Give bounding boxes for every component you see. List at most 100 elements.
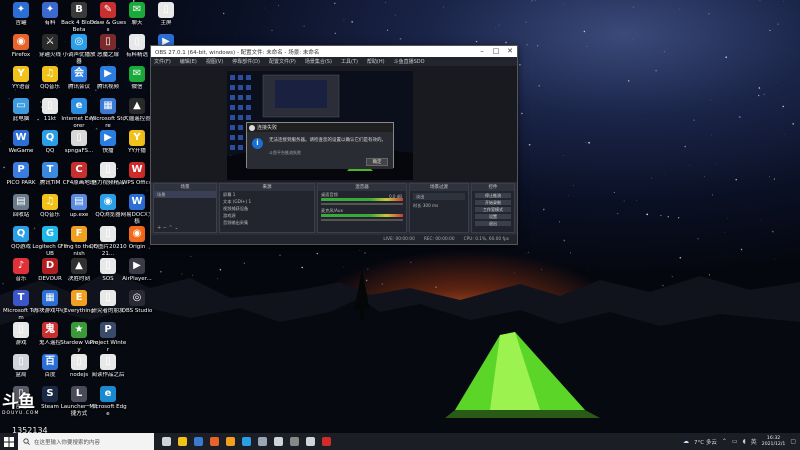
studio-mode-button[interactable]: 工作室模式 <box>475 206 511 212</box>
desktop-app-icon: ✉ <box>129 66 145 82</box>
star <box>660 214 662 217</box>
transition-select[interactable]: 淡出 <box>413 193 465 200</box>
obs-menu-bar: 文件(F) 编辑(E) 视图(V) 停靠部件(D) 配置文件(P) 场景集合(S) 工具(T… <box>151 57 517 66</box>
star <box>628 80 630 82</box>
desktop-app-icon: G <box>42 226 58 242</box>
connection-failed-dialog[interactable]: 连接失败 i 无法连接到服务器。请检查您的设置以确认它们是有效的。 斗鱼平台推流… <box>246 122 394 169</box>
volume-slider[interactable] <box>321 219 403 221</box>
scenes-header: 场景 <box>154 184 216 191</box>
exit-button[interactable]: 退出 <box>475 220 511 226</box>
maximize-icon[interactable]: □ <box>489 46 503 57</box>
minimize-icon[interactable]: – <box>475 46 489 57</box>
file-explorer-icon[interactable] <box>174 433 190 450</box>
transitions-dock[interactable]: 场景过渡 淡出 时长 300 ms <box>409 183 469 233</box>
mail-icon[interactable] <box>190 433 206 450</box>
star <box>528 143 531 146</box>
desktop-icon-label: 主屏 <box>160 20 172 26</box>
desktop-app-icon: ★ <box>71 322 87 338</box>
taskbar-search[interactable]: 在这里输入你要搜索的内容 <box>18 433 154 450</box>
source-item[interactable]: 游戏源 <box>220 212 314 219</box>
obs-menu-item[interactable]: 停靠部件(D) <box>232 58 260 65</box>
desktop-app-icon: ✦ <box>13 2 29 18</box>
check-app-icon[interactable] <box>238 433 254 450</box>
desktop-app-icon: ◎ <box>129 290 145 306</box>
obs-title-bar[interactable]: OBS 27.0.1 (64-bit, windows) - 配置文件: 未命名… <box>151 46 517 57</box>
desktop-app-icon: Q <box>13 226 29 242</box>
star <box>689 164 691 166</box>
star <box>613 191 615 193</box>
desktop-app-icon: W <box>13 130 29 146</box>
settings-button[interactable]: 设置 <box>475 213 511 219</box>
scenes-dock[interactable]: 场景 场景 + − ⌃ ⌄ <box>153 183 217 233</box>
obs-menu-item[interactable]: 帮助(H) <box>367 58 385 65</box>
netease-icon[interactable] <box>318 433 334 450</box>
desktop-app-icon: C <box>71 162 87 178</box>
taskbar-app-glyph <box>321 437 331 446</box>
star <box>475 40 478 43</box>
scene-item[interactable]: 场景 <box>154 191 216 198</box>
source-item[interactable]: 屏幕 1 <box>220 191 314 198</box>
star <box>616 212 619 215</box>
desktop-icon[interactable]: e Microsoft Edge <box>89 386 127 432</box>
stop-streaming-button[interactable]: 停止推流 <box>475 192 511 198</box>
firefox-icon[interactable] <box>206 433 222 450</box>
obs-icon[interactable] <box>270 433 286 450</box>
cpu-fps: CPU: 0.1%, 60.00 fps <box>463 237 509 242</box>
scene-add-remove-icons[interactable]: + − ⌃ ⌄ <box>157 225 179 231</box>
star <box>542 208 545 211</box>
steam-icon[interactable] <box>254 433 270 450</box>
obs-menu-item[interactable]: 场景集合(S) <box>305 58 332 65</box>
pin-app-icon[interactable] <box>222 433 238 450</box>
start-recording-button[interactable]: 开始录制 <box>475 199 511 205</box>
volume-slider[interactable] <box>321 203 403 205</box>
app-icon[interactable] <box>286 433 302 450</box>
desktop-app-icon: e <box>71 98 87 114</box>
obs-menu-item[interactable]: 斗鱼直播SDO <box>394 58 425 65</box>
mixer-dock[interactable]: 混音器 桌面音频 麦克风/Aux 0.0 dB <box>317 183 407 233</box>
duration-value[interactable]: 300 ms <box>423 203 439 208</box>
transitions-header: 场景过渡 <box>410 184 468 191</box>
notification-icon[interactable]: ▢ <box>790 438 796 445</box>
clock[interactable]: 16:32 2021/12/1 <box>762 436 786 447</box>
source-item[interactable]: 文本 (GDI+) 1 <box>220 198 314 205</box>
sources-dock[interactable]: 来源 屏幕 1 文本 (GDI+) 1 视频捕获设备 游戏源 音频输出采集 <box>219 183 315 233</box>
obs-menu-item[interactable]: 工具(T) <box>341 58 358 65</box>
star <box>727 218 728 219</box>
star <box>526 44 528 46</box>
task-view-icon[interactable] <box>158 433 174 450</box>
star <box>779 51 780 52</box>
star <box>667 216 669 218</box>
desktop-app-icon: 百 <box>42 354 58 370</box>
star <box>782 105 784 108</box>
ok-button[interactable]: 确定 <box>366 158 388 166</box>
source-item[interactable]: 音频输出采集 <box>220 219 314 226</box>
transition-duration-row[interactable]: 时长 300 ms <box>410 202 468 209</box>
weather[interactable]: 7°C 多云 <box>694 438 717 446</box>
sources-header: 来源 <box>220 184 314 191</box>
desktop-app-icon: Y <box>129 130 145 146</box>
start-button[interactable] <box>0 433 18 450</box>
close-icon[interactable]: ✕ <box>503 46 517 57</box>
obs-menu-item[interactable]: 编辑(E) <box>180 58 197 65</box>
chevron-up-icon[interactable]: ⌃ <box>722 438 727 445</box>
input-method-icon[interactable]: 英 <box>751 437 757 446</box>
network-icon[interactable]: ▭ <box>732 438 738 445</box>
duration-label: 时长 <box>413 203 422 208</box>
source-item[interactable]: 视频捕获设备 <box>220 205 314 212</box>
live-timer: LIVE: 00:00:00 <box>383 237 415 242</box>
desktop-app-icon: E <box>71 290 87 306</box>
obs-menu-item[interactable]: 配置文件(P) <box>269 58 296 65</box>
obs-menu-item[interactable]: 文件(F) <box>154 58 171 65</box>
taskbar-app-glyph <box>257 437 267 446</box>
game-icon[interactable] <box>302 433 318 450</box>
controls-dock[interactable]: 控件 停止推流 开始录制 工作室模式 设置 退出 <box>471 183 515 233</box>
rec-timer: REC: 00:00:00 <box>423 237 455 242</box>
windows-icon <box>4 436 14 447</box>
desktop-icon[interactable]: ◎ OBS Studio <box>118 290 156 336</box>
taskbar-app-glyph <box>177 437 187 446</box>
desktop-app-icon: ✦ <box>42 2 58 18</box>
desktop-icon-label: AirPlayer... <box>122 276 152 282</box>
volume-icon[interactable]: ◖ <box>743 438 746 445</box>
taskbar-app-glyph <box>161 437 171 446</box>
obs-menu-item[interactable]: 视图(V) <box>206 58 223 65</box>
